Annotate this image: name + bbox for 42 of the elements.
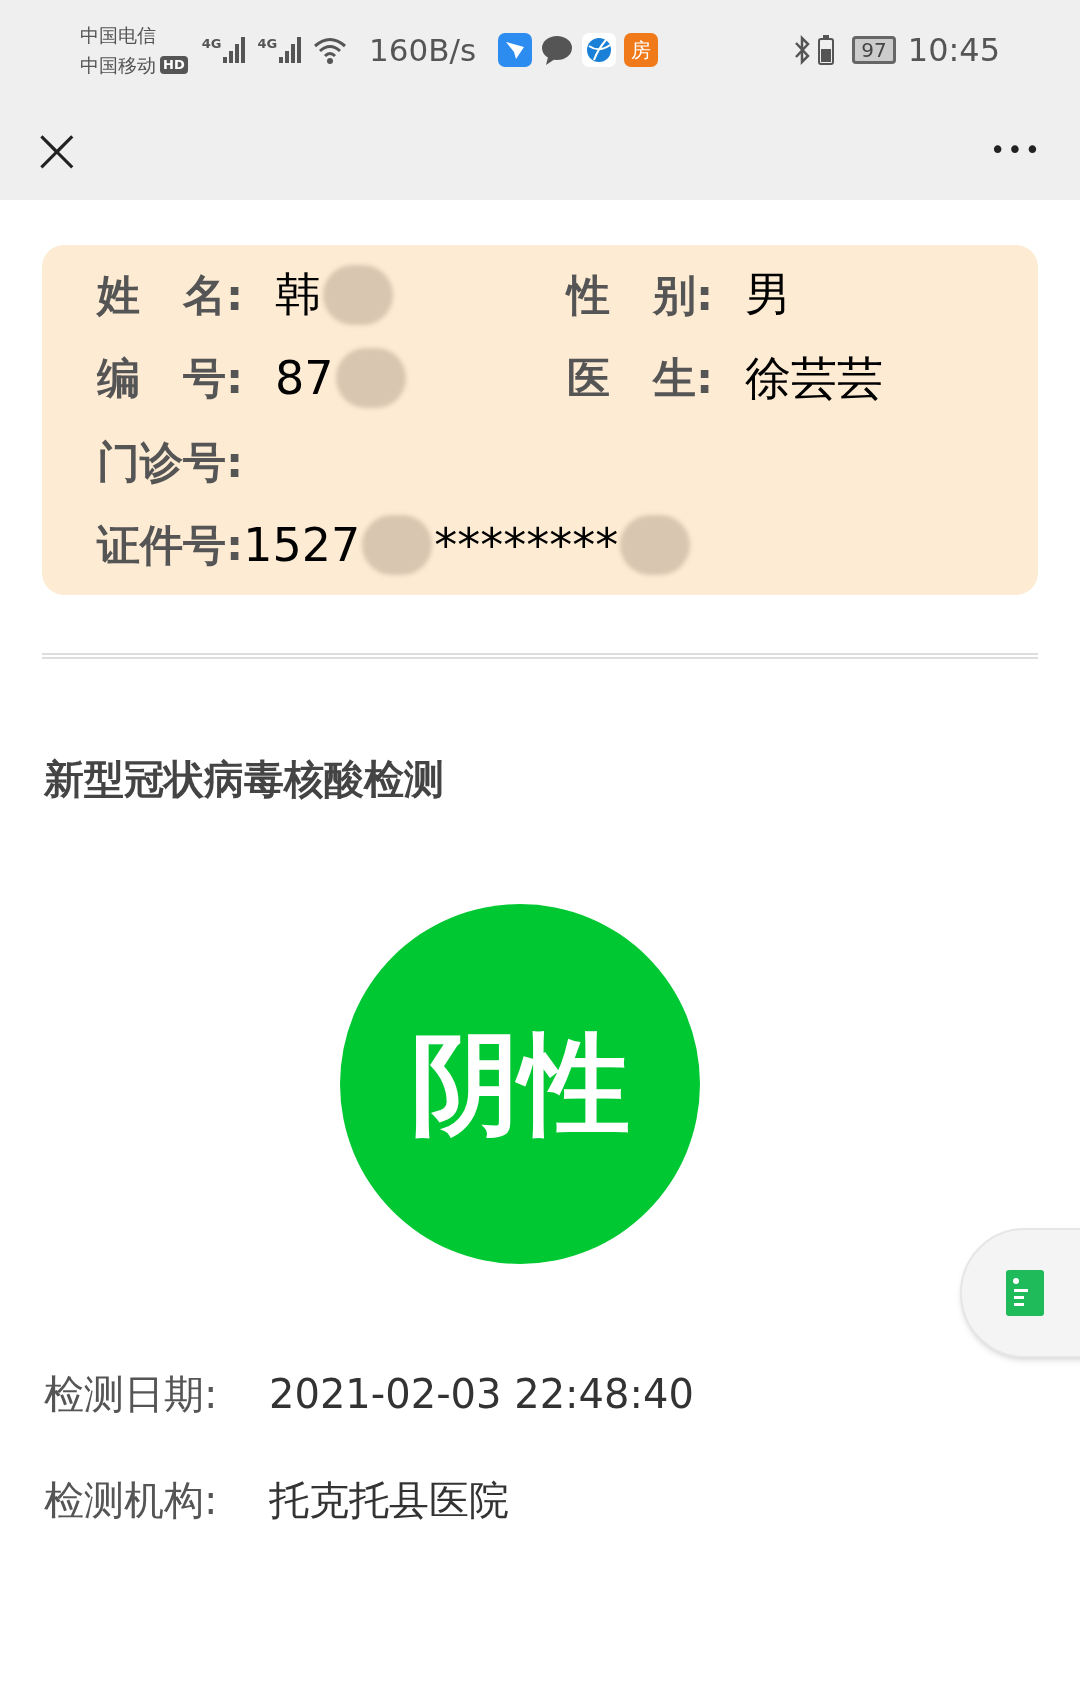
wifi-icon: [313, 36, 348, 64]
field-value: 1527: [243, 516, 361, 574]
field-value: 徐芸芸: [745, 349, 883, 407]
field-label: 姓 名:: [97, 268, 245, 322]
more-button[interactable]: •••: [990, 137, 1042, 163]
network-speed: 160B/s: [369, 30, 477, 70]
carrier-name: 中国电信: [80, 23, 157, 48]
bluetooth-icon: [794, 35, 811, 65]
detail-value: 2021-02-03 22:48:40: [269, 1370, 694, 1419]
document-icon: [1006, 1270, 1044, 1316]
close-button[interactable]: ×: [30, 118, 80, 182]
detail-label: 检测日期:: [44, 1370, 219, 1419]
redaction-blur: [362, 515, 433, 576]
app-icon: 房: [624, 33, 659, 67]
hd-badge: HD: [160, 56, 188, 74]
report-button[interactable]: [960, 1228, 1080, 1358]
redaction-blur: [323, 264, 393, 325]
network-type: 4G: [257, 37, 278, 50]
field-value: 87: [275, 349, 334, 407]
test-title: 新型冠状病毒核酸检测: [44, 755, 445, 804]
field-label: 性 别:: [567, 268, 715, 322]
battery-icon: [818, 35, 835, 65]
detail-value: 托克托县医院: [269, 1476, 509, 1525]
globe-icon: [582, 33, 617, 67]
signal-icon: [279, 37, 304, 63]
chat-bubble-icon: [540, 33, 575, 67]
field-value: ********: [434, 516, 619, 574]
redaction-blur: [620, 515, 691, 576]
field-label: 医 生:: [567, 352, 715, 405]
bird-icon: [498, 33, 533, 67]
field-label: 证件号:: [97, 519, 244, 572]
signal-icon: [223, 37, 248, 63]
field-value: 男: [745, 266, 791, 324]
field-label: 编 号:: [97, 352, 245, 405]
battery-level: 97: [852, 36, 896, 64]
field-value: 韩: [275, 266, 321, 324]
detail-label: 检测机构:: [44, 1476, 219, 1525]
clock-time: 10:45: [907, 30, 1000, 71]
carrier-name: 中国移动: [80, 53, 156, 78]
redaction-blur: [335, 348, 406, 409]
network-type: 4G: [201, 37, 222, 50]
field-label: 门诊号:: [97, 435, 245, 489]
